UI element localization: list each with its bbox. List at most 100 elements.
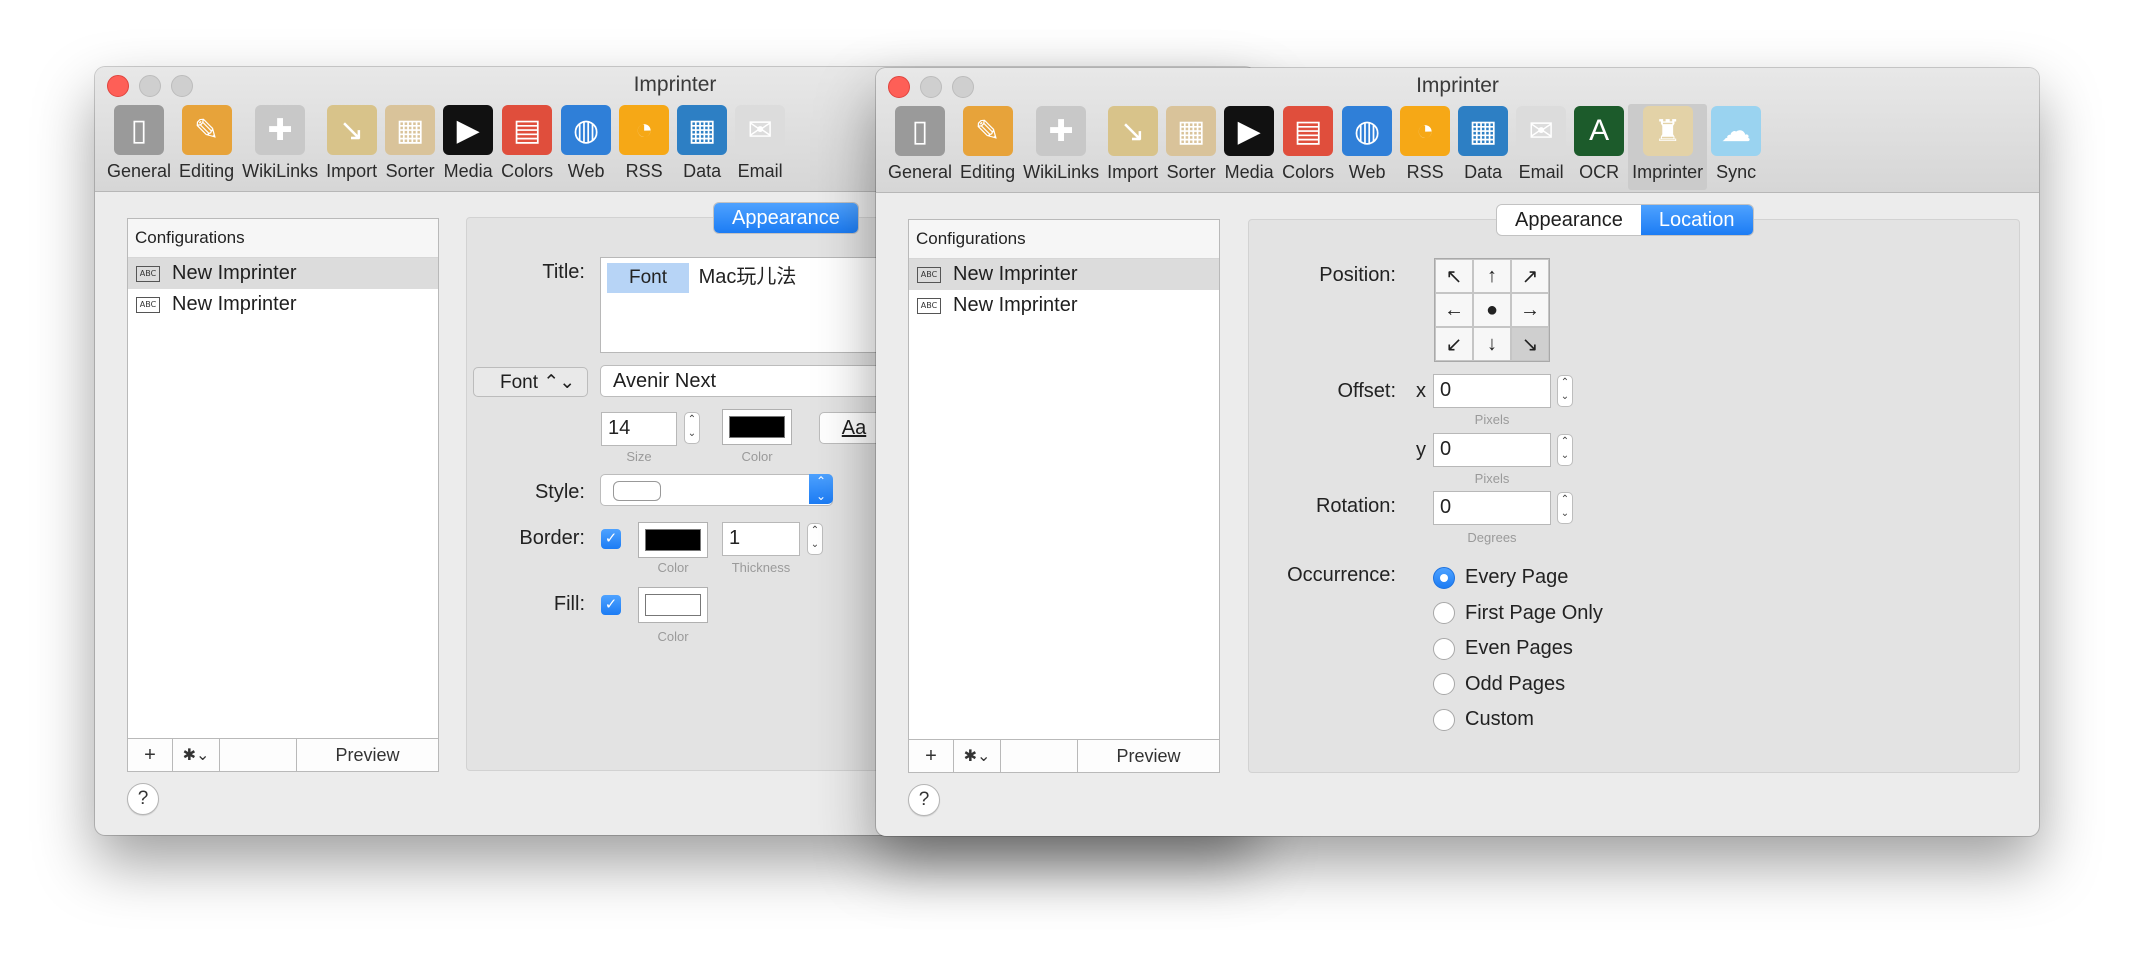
rotation-label: Rotation:: [1315, 495, 1396, 517]
tab-appearance[interactable]: Appearance: [714, 203, 858, 233]
add-button[interactable]: +: [128, 739, 173, 771]
occurrence-option[interactable]: Odd Pages: [1433, 673, 1565, 696]
footer-spacer: [1001, 740, 1077, 772]
font-color-well[interactable]: [722, 409, 792, 445]
occurrence-option[interactable]: Even Pages: [1433, 637, 1573, 660]
toolbar-item-web[interactable]: ◍ Web: [1338, 104, 1396, 190]
thickness-field[interactable]: 1: [722, 522, 800, 556]
add-button[interactable]: +: [909, 740, 954, 772]
radio-button[interactable]: [1433, 673, 1455, 695]
toolbar-item-label: Media: [1224, 162, 1274, 182]
toolbar-item-import[interactable]: ↘ Import: [322, 103, 381, 189]
offset-x-field[interactable]: 0: [1433, 374, 1551, 408]
text-abc-icon: ABC: [136, 296, 160, 313]
radio-button[interactable]: [1433, 708, 1455, 731]
thickness-stepper[interactable]: ⌃ ⌄: [807, 523, 823, 555]
preview-button[interactable]: Preview: [1077, 740, 1219, 772]
window-title: Imprinter: [1416, 74, 1499, 97]
position-cell[interactable]: ↙: [1435, 327, 1473, 361]
list-item[interactable]: ABC New Imprinter: [909, 259, 1219, 290]
toolbar-item-rss[interactable]: ◔ RSS: [1396, 104, 1454, 190]
occurrence-option[interactable]: Every Page: [1433, 566, 1568, 589]
position-cell[interactable]: ↓: [1473, 327, 1511, 361]
gear-menu-button[interactable]: ✱⌄: [954, 740, 1001, 772]
help-button[interactable]: ?: [908, 784, 940, 816]
preferences-toolbar: ▯ General ✎ Editing ✚ WikiLinks ↘ Import ▦ Sorter…: [884, 104, 1765, 190]
gear-menu-button[interactable]: ✱⌄: [173, 739, 220, 771]
border-checkbox[interactable]: ✓: [601, 529, 621, 549]
email-icon: ✉: [1516, 106, 1567, 156]
title-field[interactable]: Font Mac玩儿法: [600, 257, 900, 353]
toolbar-item-wikilinks[interactable]: ✚ WikiLinks: [238, 103, 322, 189]
toolbar-item-data[interactable]: ▦ Data: [1454, 104, 1512, 190]
position-cell[interactable]: ↑: [1473, 259, 1511, 293]
media-icon: ▶: [1224, 106, 1275, 156]
occurrence-label: Occurrence:: [1287, 564, 1396, 586]
toolbar-item-ocr[interactable]: A OCR: [1570, 104, 1628, 190]
fill-label: Fill:: [553, 593, 585, 615]
font-token[interactable]: Font: [607, 263, 690, 293]
toolbar-item-colors[interactable]: ▤ Colors: [497, 103, 557, 189]
position-cell[interactable]: ←: [1435, 293, 1473, 327]
font-color-caption: Color: [741, 449, 773, 464]
toolbar-item-imprinter[interactable]: ♜ Imprinter: [1628, 104, 1708, 190]
toolbar-item-label: WikiLinks: [1023, 162, 1100, 182]
toolbar-item-sorter[interactable]: ▦ Sorter: [381, 103, 439, 189]
toolbar-item-data[interactable]: ▦ Data: [673, 103, 731, 189]
preview-button[interactable]: Preview: [296, 739, 438, 771]
toolbar-item-email[interactable]: ✉ Email: [731, 103, 789, 189]
occurrence-option[interactable]: Custom: [1433, 708, 1534, 731]
toolbar-item-label: Email: [1518, 162, 1564, 182]
tab-appearance[interactable]: Appearance: [1497, 205, 1641, 235]
style-popup[interactable]: ⌃ ⌄: [600, 474, 833, 506]
globe-icon: ◍: [1342, 106, 1393, 156]
toolbar-item-colors[interactable]: ▤ Colors: [1278, 104, 1338, 190]
tab-location[interactable]: Location: [1640, 205, 1753, 235]
toolbar-item-general[interactable]: ▯ General: [103, 103, 175, 189]
position-cell[interactable]: ↗: [1511, 259, 1549, 293]
toolbar-item-web[interactable]: ◍ Web: [557, 103, 615, 189]
font-source-popup[interactable]: Font ⌃⌄: [473, 367, 588, 397]
position-cell[interactable]: →: [1511, 293, 1549, 327]
position-cell[interactable]: ●: [1473, 293, 1511, 327]
fill-checkbox[interactable]: ✓: [601, 595, 621, 615]
list-item[interactable]: ABC New Imprinter: [909, 290, 1219, 321]
radio-button[interactable]: [1433, 602, 1455, 624]
rotation-field[interactable]: 0: [1433, 491, 1551, 525]
position-cell[interactable]: ↘: [1511, 327, 1549, 361]
occurrence-option[interactable]: First Page Only: [1433, 602, 1603, 625]
toolbar-item-label: OCR: [1579, 162, 1620, 182]
font-name-popup[interactable]: Avenir Next: [600, 365, 900, 397]
degrees-caption: Degrees: [1467, 530, 1517, 545]
chevron-updown-icon: ⌃ ⌄: [809, 474, 833, 504]
font-size-stepper[interactable]: ⌃ ⌄: [684, 412, 700, 444]
toolbar-item-editing[interactable]: ✎ Editing: [175, 103, 238, 189]
offset-x-stepper[interactable]: ⌃ ⌄: [1557, 375, 1573, 407]
toolbar-item-email[interactable]: ✉ Email: [1512, 104, 1570, 190]
border-color-well[interactable]: [638, 522, 708, 558]
offset-y-stepper[interactable]: ⌃ ⌄: [1557, 434, 1573, 466]
toolbar-item-import[interactable]: ↘ Import: [1103, 104, 1162, 190]
toolbar-item-general[interactable]: ▯ General: [884, 104, 956, 190]
fill-color-well[interactable]: [638, 587, 708, 623]
radio-button[interactable]: [1433, 637, 1455, 660]
radio-button[interactable]: [1433, 566, 1455, 589]
toolbar-item-wikilinks[interactable]: ✚ WikiLinks: [1019, 104, 1103, 190]
offset-y-field[interactable]: 0: [1433, 433, 1551, 467]
list-item[interactable]: ABC New Imprinter: [128, 258, 438, 289]
border-color-swatch: [645, 529, 701, 551]
pixels-caption: Pixels: [1474, 412, 1510, 427]
help-button[interactable]: ?: [127, 783, 159, 815]
font-size-field[interactable]: 14: [601, 412, 677, 446]
list-footer: + ✱⌄ Preview: [909, 739, 1219, 772]
toolbar-item-rss[interactable]: ◔ RSS: [615, 103, 673, 189]
toolbar-item-media[interactable]: ▶ Media: [439, 103, 497, 189]
toolbar-item-sorter[interactable]: ▦ Sorter: [1162, 104, 1220, 190]
toolbar-item-editing[interactable]: ✎ Editing: [956, 104, 1019, 190]
rotation-stepper[interactable]: ⌃ ⌄: [1557, 492, 1573, 524]
position-cell[interactable]: ↖: [1435, 259, 1473, 293]
toolbar-item-media[interactable]: ▶ Media: [1220, 104, 1278, 190]
list-item[interactable]: ABC New Imprinter: [128, 289, 438, 320]
toolbar-item-label: Import: [1107, 162, 1159, 182]
toolbar-item-sync[interactable]: ☁ Sync: [1707, 104, 1765, 190]
